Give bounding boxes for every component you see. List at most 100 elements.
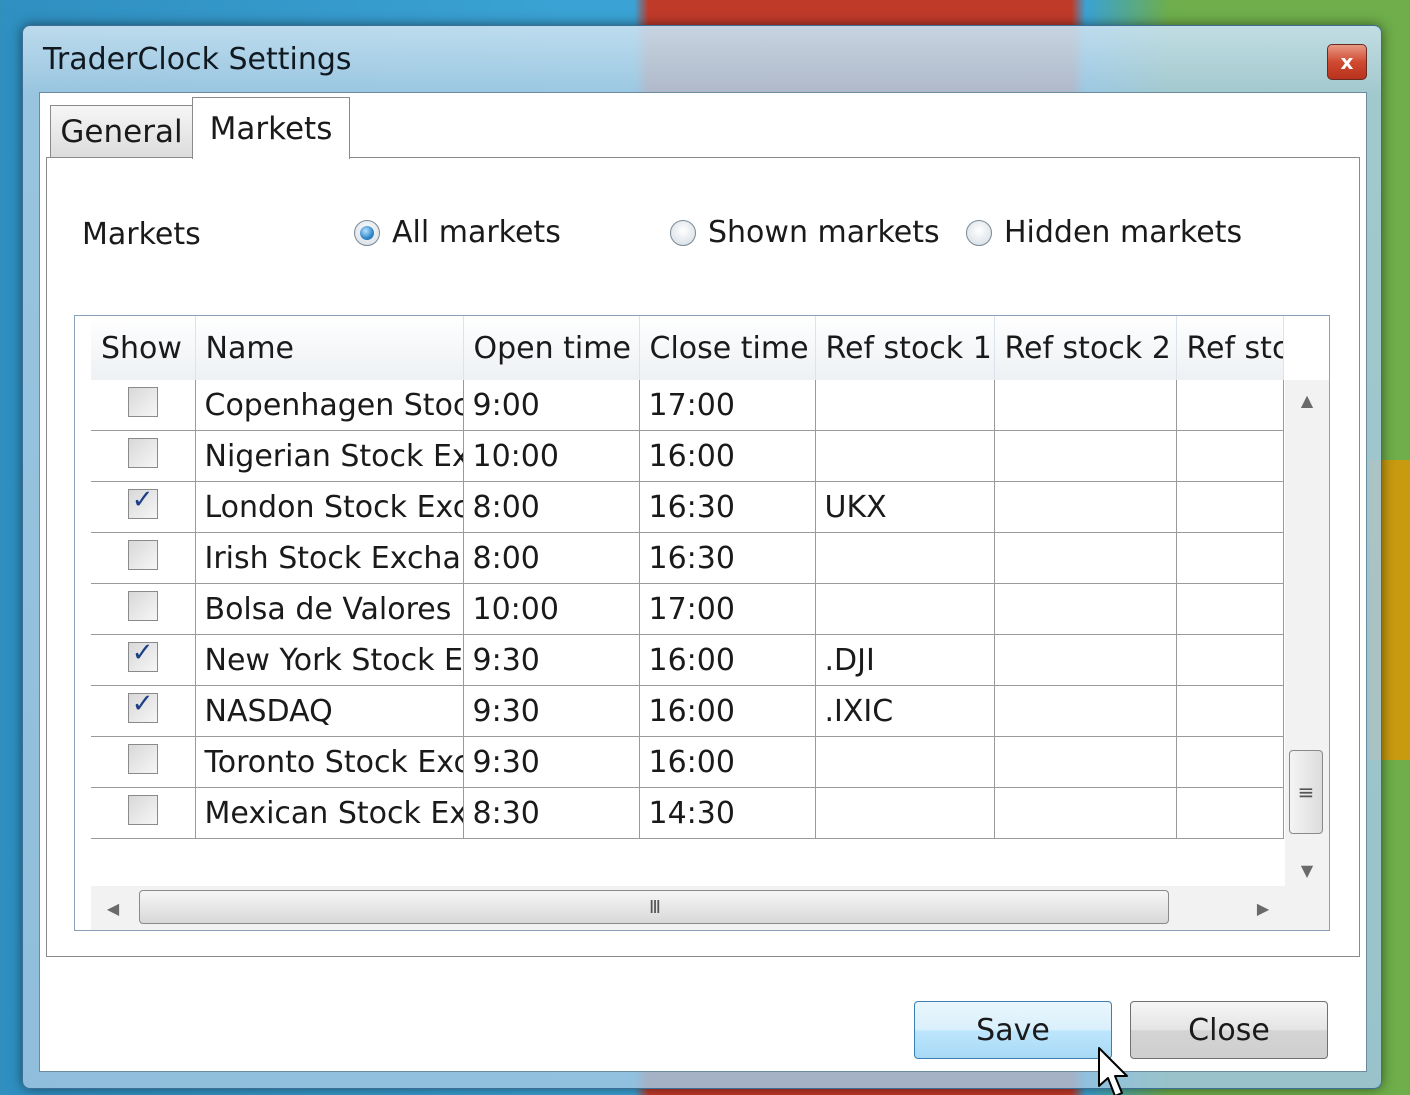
cell-name[interactable]: Mexican Stock Ex <box>195 787 464 839</box>
column-header-ref-stock-1[interactable]: Ref stock 1 <box>815 316 995 380</box>
title-bar[interactable]: TraderClock Settings x <box>23 26 1381 94</box>
table-row[interactable]: ✓ New York Stock E 9:30 16:00 .DJI <box>91 634 1284 686</box>
table-row[interactable]: ✓ London Stock Exc 8:00 16:30 UKX <box>91 481 1284 533</box>
cell-name[interactable]: Toronto Stock Exc <box>195 736 464 788</box>
cell-ref-stock-3[interactable] <box>1176 532 1284 584</box>
table-row[interactable]: Toronto Stock Exc 9:30 16:00 <box>91 736 1284 788</box>
tab-general[interactable]: General <box>50 105 193 157</box>
cell-show: ✓ <box>91 481 196 533</box>
column-header-ref-stock-3[interactable]: Ref stc <box>1176 316 1284 380</box>
cell-ref-stock-3[interactable] <box>1176 430 1284 482</box>
cell-ref-stock-1[interactable] <box>815 736 995 788</box>
column-header-name[interactable]: Name <box>195 316 464 380</box>
scroll-left-icon[interactable]: ◀ <box>91 886 135 930</box>
scroll-up-icon[interactable]: ▲ <box>1285 380 1329 420</box>
scroll-down-icon[interactable]: ▼ <box>1285 850 1329 890</box>
radio-all-markets[interactable]: All markets <box>354 215 561 250</box>
cell-ref-stock-2[interactable] <box>994 736 1177 788</box>
radio-all-markets-label: All markets <box>392 215 561 250</box>
table-row[interactable]: Irish Stock Exchan 8:00 16:30 <box>91 532 1284 584</box>
checkmark-icon: ✓ <box>131 485 154 515</box>
cell-close-time[interactable]: 16:00 <box>639 430 816 482</box>
cell-ref-stock-2[interactable] <box>994 430 1177 482</box>
radio-hidden-markets[interactable]: Hidden markets <box>966 215 1242 250</box>
cell-ref-stock-1[interactable]: UKX <box>815 481 995 533</box>
cell-open-time[interactable]: 10:00 <box>463 430 640 482</box>
cell-close-time[interactable]: 16:30 <box>639 532 816 584</box>
cell-ref-stock-1[interactable] <box>815 380 995 431</box>
window-close-button[interactable]: x <box>1327 44 1367 80</box>
cell-ref-stock-2[interactable] <box>994 380 1177 431</box>
cell-ref-stock-1[interactable] <box>815 532 995 584</box>
cell-ref-stock-1[interactable]: .DJI <box>815 634 995 686</box>
cell-ref-stock-3[interactable] <box>1176 583 1284 635</box>
cell-close-time[interactable]: 16:00 <box>639 685 816 737</box>
column-header-ref-stock-2[interactable]: Ref stock 2 <box>994 316 1177 380</box>
column-header-show[interactable]: Show <box>91 316 196 380</box>
radio-shown-markets[interactable]: Shown markets <box>670 215 940 250</box>
cell-ref-stock-2[interactable] <box>994 481 1177 533</box>
cell-ref-stock-2[interactable] <box>994 685 1177 737</box>
cell-ref-stock-3[interactable] <box>1176 787 1284 839</box>
cell-open-time[interactable]: 8:30 <box>463 787 640 839</box>
cell-ref-stock-2[interactable] <box>994 787 1177 839</box>
column-header-close-time[interactable]: Close time <box>639 316 816 380</box>
show-checkbox[interactable] <box>127 744 158 774</box>
vertical-scrollbar[interactable]: ▲ ≡ ▼ <box>1285 380 1329 890</box>
cell-name[interactable]: Nigerian Stock Ex <box>195 430 464 482</box>
show-checkbox[interactable] <box>127 795 158 825</box>
cell-ref-stock-2[interactable] <box>994 634 1177 686</box>
table-row[interactable]: Mexican Stock Ex 8:30 14:30 <box>91 787 1284 839</box>
show-checkbox[interactable]: ✓ <box>127 485 158 519</box>
cell-close-time[interactable]: 17:00 <box>639 380 816 431</box>
table-row[interactable]: ✓ NASDAQ 9:30 16:00 .IXIC <box>91 685 1284 737</box>
cell-ref-stock-2[interactable] <box>994 583 1177 635</box>
cell-name[interactable]: Bolsa de Valores ( <box>195 583 464 635</box>
cell-name[interactable]: London Stock Exc <box>195 481 464 533</box>
cell-name[interactable]: Copenhagen Stoc <box>195 380 464 431</box>
cell-ref-stock-1[interactable] <box>815 787 995 839</box>
vertical-scroll-thumb[interactable]: ≡ <box>1289 750 1323 834</box>
cell-name[interactable]: NASDAQ <box>195 685 464 737</box>
cell-ref-stock-3[interactable] <box>1176 685 1284 737</box>
cell-name[interactable]: New York Stock E <box>195 634 464 686</box>
horizontal-scrollbar[interactable]: ◀ III ▶ <box>91 886 1285 930</box>
cell-close-time[interactable]: 17:00 <box>639 583 816 635</box>
scroll-right-icon[interactable]: ▶ <box>1241 886 1285 930</box>
cell-ref-stock-3[interactable] <box>1176 736 1284 788</box>
save-button[interactable]: Save <box>914 1001 1112 1059</box>
cell-ref-stock-2[interactable] <box>994 532 1177 584</box>
show-checkbox[interactable]: ✓ <box>127 689 158 723</box>
show-checkbox[interactable] <box>127 540 158 570</box>
show-checkbox[interactable]: ✓ <box>127 638 158 672</box>
cell-open-time[interactable]: 9:30 <box>463 685 640 737</box>
checkmark-icon: ✓ <box>131 689 154 719</box>
cell-close-time[interactable]: 16:30 <box>639 481 816 533</box>
cell-open-time[interactable]: 9:30 <box>463 634 640 686</box>
cell-ref-stock-3[interactable] <box>1176 481 1284 533</box>
cell-ref-stock-1[interactable]: .IXIC <box>815 685 995 737</box>
cell-open-time[interactable]: 9:30 <box>463 736 640 788</box>
cell-open-time[interactable]: 10:00 <box>463 583 640 635</box>
horizontal-scroll-thumb[interactable]: III <box>139 890 1169 924</box>
tab-markets[interactable]: Markets <box>192 97 350 159</box>
table-row[interactable]: Nigerian Stock Ex 10:00 16:00 <box>91 430 1284 482</box>
cell-ref-stock-1[interactable] <box>815 430 995 482</box>
column-header-open-time[interactable]: Open time <box>463 316 640 380</box>
cell-open-time[interactable]: 8:00 <box>463 481 640 533</box>
cell-name[interactable]: Irish Stock Exchan <box>195 532 464 584</box>
close-button[interactable]: Close <box>1130 1001 1328 1059</box>
table-row[interactable]: Copenhagen Stoc 9:00 17:00 <box>91 380 1284 431</box>
show-checkbox[interactable] <box>127 591 158 621</box>
cell-ref-stock-3[interactable] <box>1176 634 1284 686</box>
cell-open-time[interactable]: 9:00 <box>463 380 640 431</box>
cell-ref-stock-3[interactable] <box>1176 380 1284 431</box>
cell-close-time[interactable]: 16:00 <box>639 736 816 788</box>
cell-close-time[interactable]: 16:00 <box>639 634 816 686</box>
table-row[interactable]: Bolsa de Valores (10:00 17:00 <box>91 583 1284 635</box>
show-checkbox[interactable] <box>127 387 158 417</box>
cell-open-time[interactable]: 8:00 <box>463 532 640 584</box>
cell-close-time[interactable]: 14:30 <box>639 787 816 839</box>
show-checkbox[interactable] <box>127 438 158 468</box>
cell-ref-stock-1[interactable] <box>815 583 995 635</box>
